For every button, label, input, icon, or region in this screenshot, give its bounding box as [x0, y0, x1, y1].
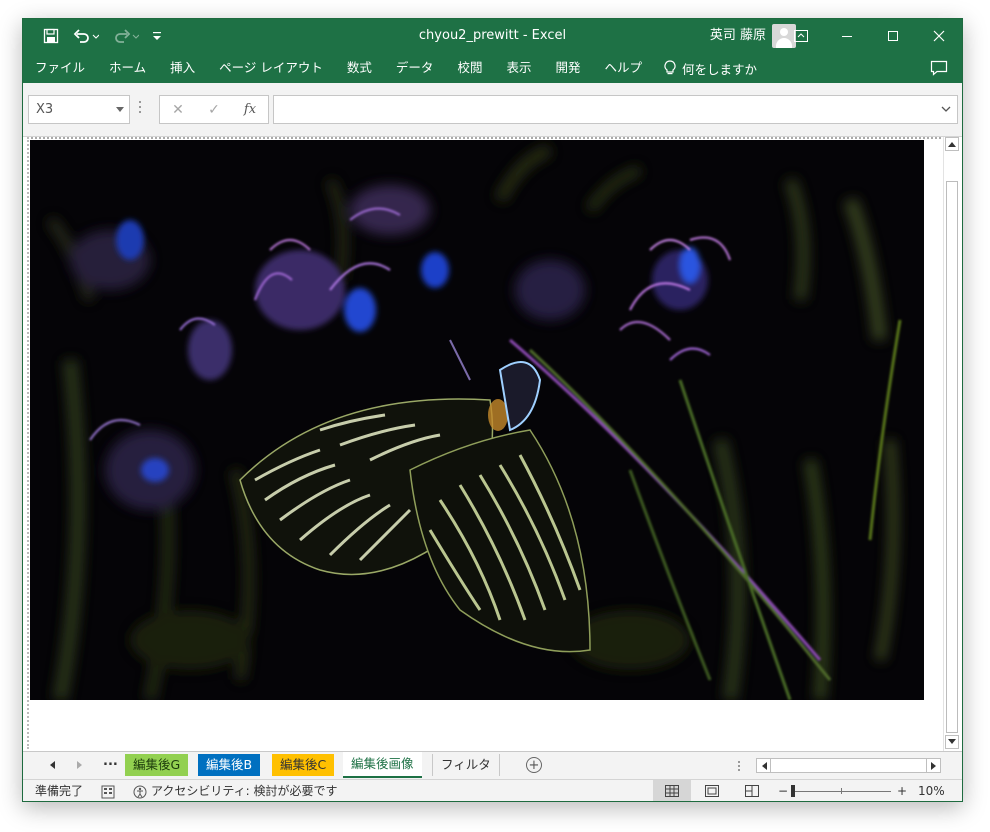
scroll-up-icon[interactable] — [945, 137, 959, 151]
excel-window: chyou2_prewitt - Excel 英司 藤原 ファイル ホーム 挿入… — [22, 18, 963, 802]
more-sheets-button[interactable]: ... — [103, 754, 118, 769]
accessibility-icon[interactable] — [133, 784, 149, 801]
comments-icon[interactable] — [930, 59, 948, 77]
tab-view[interactable]: 表示 — [494, 53, 543, 83]
scroll-right-icon[interactable] — [926, 759, 940, 772]
user-name[interactable]: 英司 藤原 — [710, 19, 766, 53]
vertical-scrollbar[interactable] — [943, 137, 960, 751]
lightbulb-icon — [664, 60, 676, 75]
add-sheet-icon[interactable]: + — [526, 757, 542, 773]
formula-input[interactable] — [273, 95, 958, 124]
name-box-value: X3 — [36, 102, 54, 117]
tell-me-search[interactable]: 何をしますか — [654, 53, 757, 83]
maximize-icon[interactable] — [870, 19, 916, 53]
normal-view-icon[interactable] — [653, 780, 691, 801]
sheet-tab-edited-image[interactable]: 編集後画像 — [343, 752, 422, 778]
ribbon-tabs: ファイル ホーム 挿入 ページ レイアウト 数式 データ 校閲 表示 開発 ヘル… — [23, 53, 962, 83]
sheet-tab-bar: ... 編集後G 編集後B 編集後C 編集後画像 フィルタ + — [23, 751, 962, 779]
sheet-tab-filter[interactable]: フィルタ — [432, 754, 500, 776]
status-bar: 準備完了 アクセシビリティ: 検討が必要です − + 10% — [23, 779, 962, 801]
cancel-icon[interactable]: ✕ — [160, 96, 196, 123]
tab-file[interactable]: ファイル — [23, 53, 97, 83]
scroll-left-icon[interactable] — [757, 759, 771, 772]
formula-buttons: ✕ ✓ fx — [159, 95, 269, 124]
minimize-icon[interactable] — [824, 19, 870, 53]
ribbon-tab-list: ファイル ホーム 挿入 ページ レイアウト 数式 データ 校閲 表示 開発 ヘル… — [23, 53, 757, 83]
tab-review[interactable]: 校閲 — [445, 53, 494, 83]
undo-icon[interactable] — [69, 19, 103, 53]
save-icon[interactable] — [37, 19, 65, 53]
tab-home[interactable]: ホーム — [97, 53, 158, 83]
name-box[interactable]: X3 — [28, 95, 130, 124]
ready-status: 準備完了 — [35, 784, 84, 798]
redo-icon[interactable] — [109, 19, 143, 53]
zoom-in-button[interactable]: + — [897, 780, 907, 801]
zoom-slider-thumb[interactable] — [791, 785, 795, 797]
scroll-down-icon[interactable] — [945, 735, 959, 749]
expand-formula-bar-icon[interactable] — [941, 104, 951, 114]
insert-function-icon[interactable]: fx — [232, 96, 268, 123]
chevron-down-icon[interactable] — [116, 107, 124, 112]
zoom-level[interactable]: 10% — [918, 780, 945, 801]
vertical-scroll-thumb[interactable] — [946, 181, 958, 733]
page-layout-view-icon[interactable] — [693, 780, 731, 801]
tab-split-grip-icon[interactable] — [738, 761, 740, 773]
tab-help[interactable]: ヘルプ — [592, 53, 654, 83]
ribbon-display-options-icon[interactable] — [778, 19, 824, 53]
worksheet-area[interactable] — [23, 137, 962, 751]
zoom-slider[interactable] — [793, 791, 891, 792]
zoom-out-button[interactable]: − — [778, 780, 788, 801]
tab-formulas[interactable]: 数式 — [335, 53, 384, 83]
page-break-preview-icon[interactable] — [733, 780, 771, 801]
scroll-tabs-left-icon[interactable] — [45, 758, 59, 772]
zoom-center-tick — [841, 788, 842, 794]
enter-icon[interactable]: ✓ — [196, 96, 232, 123]
tab-insert[interactable]: 挿入 — [158, 53, 207, 83]
macro-record-icon[interactable] — [101, 784, 115, 801]
customize-quick-access-icon[interactable] — [149, 19, 165, 53]
sheet-tab-c[interactable]: 編集後C — [272, 754, 335, 776]
title-bar: chyou2_prewitt - Excel 英司 藤原 — [23, 19, 962, 53]
tell-me-label: 何をしますか — [682, 61, 758, 77]
tab-data[interactable]: データ — [384, 53, 446, 83]
tab-developer[interactable]: 開発 — [543, 53, 592, 83]
butterfly-edge-filtered-image[interactable] — [30, 140, 924, 700]
formula-bar-area: X3 ✕ ✓ fx — [23, 83, 962, 137]
sheet-tab-g[interactable]: 編集後G — [125, 754, 189, 776]
accessibility-status[interactable]: アクセシビリティ: 検討が必要です — [151, 780, 338, 801]
formula-bar-grip-icon[interactable] — [139, 101, 142, 117]
tab-page-layout[interactable]: ページ レイアウト — [207, 53, 335, 83]
sheet-tab-b[interactable]: 編集後B — [198, 754, 261, 776]
horizontal-scrollbar[interactable] — [756, 758, 941, 773]
scroll-tabs-right-icon[interactable] — [73, 758, 87, 772]
close-icon[interactable] — [916, 19, 962, 53]
